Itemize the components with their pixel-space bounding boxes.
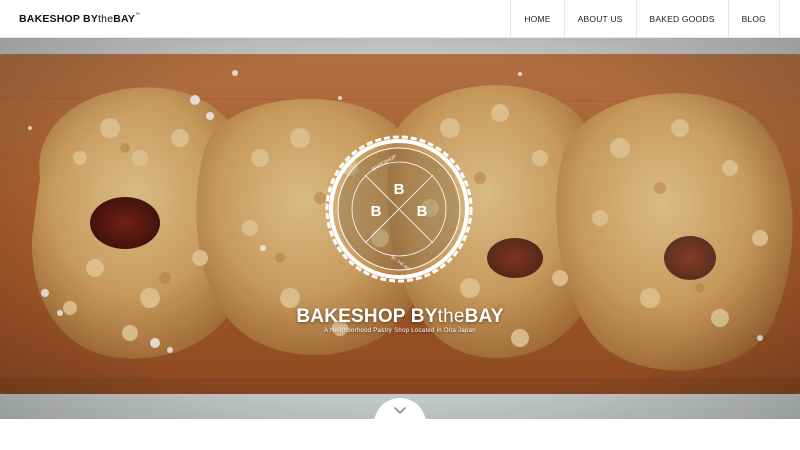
hero-brand-part1: BAKESHOP BY [296, 306, 438, 327]
site-header: BAKESHOP BYtheBAY™ HOME ABOUT US BAKED G… [0, 0, 800, 38]
logo-text-part3: BAY [113, 13, 136, 25]
emblem-letter-top: B [394, 181, 405, 198]
emblem-letter-left: B [371, 203, 382, 220]
site-logo[interactable]: BAKESHOP BYtheBAY™ [19, 12, 141, 25]
nav-item-about-us[interactable]: ABOUT US [563, 0, 636, 38]
logo-trademark: ™ [135, 12, 141, 18]
nav-item-blog[interactable]: BLOG [727, 0, 780, 38]
hero-brand-part3: BAY [464, 306, 504, 327]
hero-section: BAKESHOP BY THE BAY B B B BAKESHOP BYthe… [0, 38, 800, 419]
logo-text-part2: the [98, 13, 114, 25]
hero-brand-title: BAKESHOP BYtheBAY [0, 306, 800, 328]
main-nav: HOME ABOUT US BAKED GOODS BLOG [510, 0, 780, 38]
emblem-letter-right: B [417, 203, 428, 220]
emblem-logo: BAKESHOP BY THE BAY B B B [325, 135, 473, 283]
scroll-down-button[interactable] [374, 398, 426, 450]
nav-item-home[interactable]: HOME [510, 0, 563, 38]
hero-brand-part2: the [437, 306, 465, 327]
nav-item-baked-goods[interactable]: BAKED GOODS [635, 0, 728, 38]
chevron-down-icon [394, 407, 406, 414]
hero-tagline: A Neighborhood Pastry Shop Located in Oi… [324, 328, 476, 334]
logo-text-part1: BAKESHOP BY [19, 13, 99, 25]
